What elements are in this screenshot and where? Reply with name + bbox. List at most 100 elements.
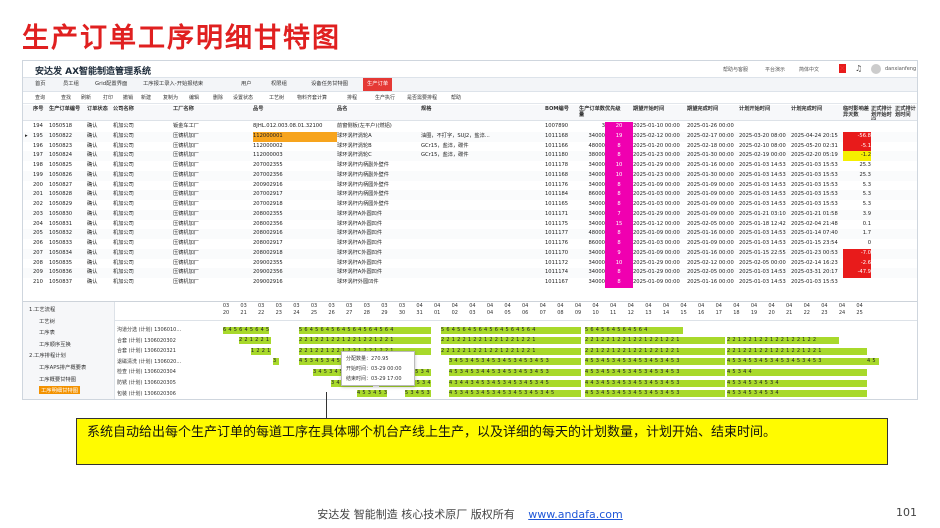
gantt-bar[interactable]: 4 5 3 4 4 xyxy=(727,368,867,376)
header-cell[interactable]: 品名 xyxy=(337,105,421,120)
header-cell[interactable]: 工厂名称 xyxy=(173,105,253,120)
toolbar-btn-14[interactable]: 是否需要排程 xyxy=(407,94,437,101)
tab-6[interactable]: 设备任务甘特图 xyxy=(311,78,348,91)
header-cell[interactable]: 规格 xyxy=(421,105,545,120)
table-row[interactable]: 201 1050828 确认 机加公司 压铸机加厂 207002917 球环涡杆内柄圆外壁件… xyxy=(23,190,917,200)
table-row[interactable]: 207 1050834 确认 机加公司 压铸机加厂 208002918 球环涡杆C外圆凹件 1… xyxy=(23,248,917,259)
gantt-bar[interactable]: 5 6 4 5 6 4 5 6 4 5 6 4 5 6 4 5 6 4 xyxy=(299,326,431,334)
table-row[interactable]: 204 1050831 确认 机加公司 压铸机加厂 208002356 球环涡杆A外圆凹件 1… xyxy=(23,219,917,230)
gantt-bar[interactable]: 4 4 3 4 5 3 4 5 3 4 5 3 4 5 3 4 5 3 xyxy=(585,379,725,387)
gantt-bar[interactable]: 6 4 5 6 4 5 6 4 5 6 4 xyxy=(223,326,269,334)
tab-3[interactable]: 工序报工录入-开始报结束 xyxy=(143,78,203,91)
gantt-bar[interactable]: 2 2 1 2 2 1 2 2 1 2 2 1 2 2 1 2 2 1 xyxy=(441,337,581,345)
table-row[interactable]: 206 1050833 确认 机加公司 压铸机加厂 208002917 球环涡杆A外圆凹件 1… xyxy=(23,239,917,249)
table-row[interactable]: 197 1050824 确认 机加公司 压铸机加厂 112000003 球环涡杆涡轮C GCr… xyxy=(23,151,917,161)
table-row[interactable]: 208 1050835 确认 机加公司 压铸机加厂 209002355 球环涡杆A外圆凹件 1… xyxy=(23,258,917,269)
gantt-bar[interactable]: 2 2 1 2 2 1 2 2 1 2 2 1 2 2 1 2 2 xyxy=(727,337,839,345)
tab-0[interactable]: 首页 xyxy=(35,78,46,91)
header-cell[interactable]: 序号 xyxy=(33,105,49,120)
gantt-bar[interactable]: 4 5 3 4 5 3 4 xyxy=(357,390,387,398)
gantt-bar[interactable]: 4 5 3 4 5 3 4 5 3 4 5 3 4 5 3 4 5 3 xyxy=(585,368,725,376)
toolbar-btn-8[interactable]: 删除 xyxy=(213,94,223,101)
toolbar-btn-6[interactable]: 复制为 xyxy=(163,94,178,101)
tree-item-1[interactable]: 工艺树 xyxy=(39,317,55,325)
table-row[interactable]: 196 1050823 确认 机加公司 压铸机加厂 112000002 球环涡杆涡轮B GCr… xyxy=(23,141,917,152)
header-cell[interactable]: 计划完成时间 xyxy=(791,105,843,120)
demo-link[interactable]: 平台演示 xyxy=(765,66,785,73)
table-row[interactable]: 210 1050837 确认 机加公司 压铸机加厂 209002916 球环涡杆外圆凹件 10… xyxy=(23,278,917,288)
table-row[interactable]: 199 1050826 确认 机加公司 压铸机加厂 207002356 球环涡杆内柄副外壁件… xyxy=(23,170,917,181)
table-row[interactable]: 198 1050825 确认 机加公司 压铸机加厂 207002355 球环涡杆内柄副外壁件… xyxy=(23,161,917,171)
table-row[interactable]: 202 1050829 确认 机加公司 压铸机加厂 207002918 球环涡杆内柄圆外壁件… xyxy=(23,200,917,210)
header-cell[interactable]: 订单状态 xyxy=(87,105,113,120)
bell-icon[interactable]: ♫ xyxy=(855,64,862,73)
gantt-bar[interactable]: 5 6 4 5 6 4 5 6 4 5 6 4 xyxy=(585,326,683,334)
toolbar-btn-4[interactable]: 撤销 xyxy=(123,94,133,101)
gantt-bar[interactable]: 2 2 1 2 2 1 2 2 1 2 2 1 2 2 1 2 2 1 xyxy=(585,347,725,355)
header-cell[interactable]: BOM编号 xyxy=(545,105,579,120)
gantt-bar[interactable]: 2 2 1 2 2 1 2 xyxy=(239,337,271,345)
table-row[interactable]: 203 1050830 确认 机加公司 压铸机加厂 208002355 球环涡杆A外圆凹件 1… xyxy=(23,209,917,220)
header-cell[interactable]: 临时影响差异天数 xyxy=(843,105,871,120)
tree-item-0[interactable]: 1.工艺流程 xyxy=(29,305,55,313)
header-cell[interactable]: 正式排计划时间 xyxy=(895,105,917,120)
toolbar-btn-1[interactable]: 查找 xyxy=(61,94,71,101)
toolbar-btn-12[interactable]: 排程 xyxy=(347,94,357,101)
toolbar-btn-10[interactable]: 工艺树 xyxy=(269,94,284,101)
toolbar-btn-2[interactable]: 刷新 xyxy=(81,94,91,101)
gantt-bar[interactable]: 4 5 xyxy=(867,358,879,366)
gantt-bar[interactable]: 4 5 3 4 5 3 4 5 3 4 xyxy=(727,379,867,387)
header-cell[interactable]: 期望开始时间 xyxy=(633,105,687,120)
tree-item-7[interactable]: 工序明细甘特图 xyxy=(39,386,81,395)
gantt-bar[interactable]: 2 2 1 2 2 1 2 2 1 2 2 1 2 2 1 2 2 1 xyxy=(441,347,581,355)
tab-5[interactable]: 权限组 xyxy=(271,78,287,91)
toolbar-btn-11[interactable]: 物料齐套计算 xyxy=(297,94,327,101)
header-cell[interactable]: 生产订单编号 xyxy=(49,105,87,120)
gantt-bar[interactable]: 2 2 1 2 2 1 2 2 1 2 2 1 2 2 1 2 2 1 xyxy=(299,337,431,345)
table-row[interactable]: 205 1050832 确认 机加公司 压铸机加厂 208002916 球环涡杆A外圆凹件 1… xyxy=(23,229,917,239)
tree-item-3[interactable]: 工序顺序互换 xyxy=(39,340,71,348)
footer-url[interactable]: www.andafa.com xyxy=(528,508,623,521)
user-name[interactable]: danxianfeng xyxy=(885,66,916,72)
table-row[interactable]: 194 1050518 确认 机加公司 钣金车工厂 8JHL.012.003.08.01.… xyxy=(23,122,917,132)
alert-icon[interactable]: ✕ xyxy=(839,64,846,73)
tree-item-6[interactable]: 工序概要甘特图 xyxy=(39,375,76,383)
gantt-bar[interactable]: 5 3 4 5 3 4 5 3 4 5 3 4 5 3 4 5 3 4 5 xyxy=(405,390,431,398)
tree-item-2[interactable]: 工序表 xyxy=(39,328,55,336)
gantt-bar[interactable]: 4 5 3 4 5 3 4 5 3 4 5 3 4 5 3 4 5 3 xyxy=(727,358,867,366)
gantt-bar[interactable]: 3 xyxy=(273,358,279,366)
gantt-bar[interactable]: 1 2 2 1 xyxy=(251,347,271,355)
gantt-bar[interactable]: 2 2 1 2 2 1 2 2 1 2 2 1 2 2 1 2 2 1 xyxy=(727,347,867,355)
language-select[interactable]: 简体中文 xyxy=(799,66,819,73)
header-cell[interactable]: 优先级 xyxy=(605,105,633,120)
gantt-bar[interactable]: 4 5 3 4 5 3 4 4 5 3 4 5 3 4 5 3 4 5 3 xyxy=(449,368,581,376)
toolbar-btn-13[interactable]: 生产执行 xyxy=(375,94,395,101)
table-row[interactable]: 209 1050836 确认 机加公司 压铸机加厂 209002356 球环涡杆A外圆凹件 1… xyxy=(23,268,917,278)
gantt-bar[interactable]: 4 5 3 4 5 3 4 5 3 4 5 3 4 5 3 4 5 3 xyxy=(585,390,725,398)
toolbar-btn-9[interactable]: 设置状态 xyxy=(233,94,253,101)
gantt-bar[interactable]: 4 3 4 4 3 4 5 3 4 5 3 4 5 3 4 5 3 4 5 xyxy=(449,379,581,387)
gantt-bar[interactable]: 4 5 3 4 5 3 4 5 3 4 5 xyxy=(299,358,347,366)
avatar[interactable] xyxy=(871,64,881,74)
tree-item-4[interactable]: 2.工序排程计划 xyxy=(29,351,66,359)
header-cell[interactable]: 计划开始时间 xyxy=(739,105,791,120)
header-cell[interactable]: 正式排计划开始时间 xyxy=(871,105,895,120)
gantt-bar[interactable]: 4 5 3 4 5 3 4 5 3 4 5 3 4 5 3 4 5 3 4 5 xyxy=(449,390,581,398)
header-cell[interactable]: 生产订单数量 xyxy=(579,105,605,120)
tab-2[interactable]: Grid配置界面 xyxy=(95,78,127,91)
tree-item-5[interactable]: 工序APS排产概要表 xyxy=(39,363,86,371)
toolbar-btn-7[interactable]: 编辑 xyxy=(189,94,199,101)
tab-7[interactable]: 生产订单 xyxy=(363,78,393,91)
toolbar-btn-0[interactable]: 查询 xyxy=(35,94,45,101)
gantt-bar[interactable]: 2 2 1 2 2 1 2 2 1 2 2 1 2 2 1 2 2 1 xyxy=(585,337,725,345)
toolbar-btn-5[interactable]: 新建 xyxy=(141,94,151,101)
gantt-bar[interactable]: 3 4 5 3 4 5 3 4 5 3 4 5 3 4 5 3 4 5 3 xyxy=(449,358,581,366)
gantt-bar[interactable]: 5 6 4 5 6 4 5 6 4 5 6 4 5 6 4 5 6 4 xyxy=(441,326,581,334)
header-cell[interactable]: 公司名称 xyxy=(113,105,173,120)
help-link[interactable]: 帮助与客服 xyxy=(723,66,748,73)
table-row[interactable]: ▸ 195 1050822 确认 机加公司 压铸机加厂 112000001 球环涡杆涡轮A 油圈… xyxy=(23,131,917,142)
toolbar-btn-3[interactable]: 打印 xyxy=(103,94,113,101)
header-cell[interactable]: 品号 xyxy=(253,105,337,120)
header-cell[interactable]: 期望完成时间 xyxy=(687,105,739,120)
tab-1[interactable]: 员工组 xyxy=(63,78,79,91)
